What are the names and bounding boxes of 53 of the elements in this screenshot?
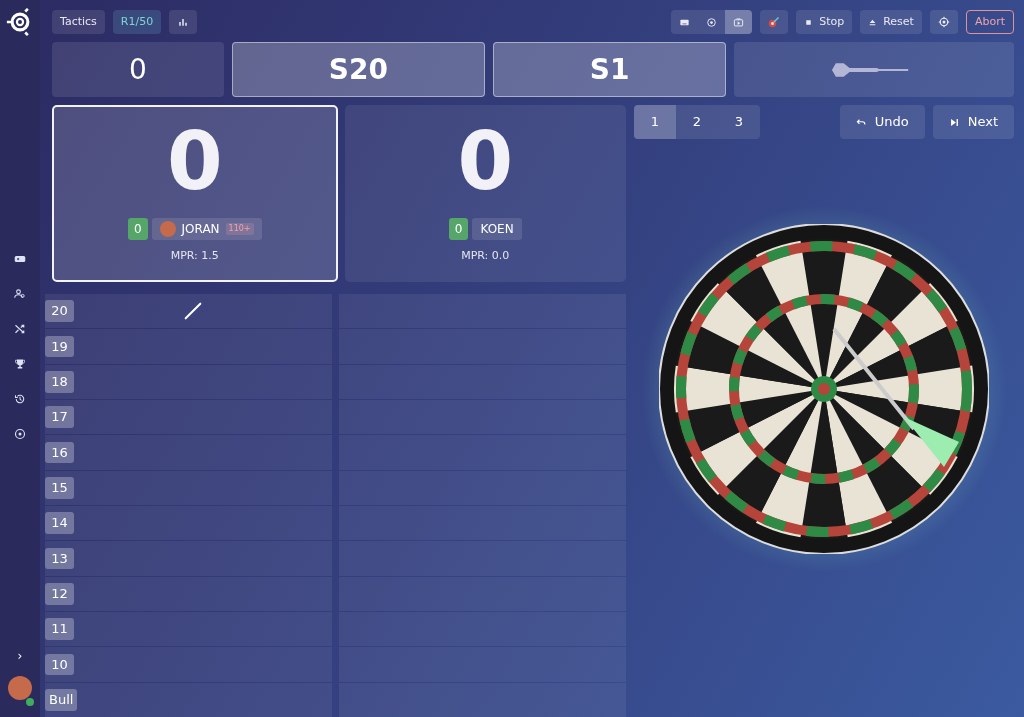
marks-count: 0 <box>448 218 469 241</box>
bar-chart-button[interactable] <box>169 10 198 34</box>
dart-number-tab[interactable]: 1 <box>634 105 676 139</box>
target-label: 17 <box>45 406 74 428</box>
mpr-stat: MPR: 0.0 <box>461 248 510 265</box>
action-button[interactable]: Undo <box>839 105 925 139</box>
players-icon <box>14 287 26 300</box>
player-name-chip[interactable]: JORAN 110+ <box>151 218 262 241</box>
dart-number-tab[interactable]: 2 <box>676 105 718 139</box>
level-tag: 110+ <box>225 223 254 236</box>
history-icon <box>14 392 26 405</box>
marks-count: 0 <box>127 218 148 241</box>
bar-chart-icon <box>177 16 190 28</box>
dart-throw-slot: S20 <box>232 42 485 97</box>
dartboard-button[interactable] <box>760 10 789 34</box>
target-label: 12 <box>45 583 74 605</box>
target-label: Bull <box>45 689 78 711</box>
turn-points: 0 <box>52 42 224 97</box>
dartboard-icon <box>768 16 781 28</box>
avatar[interactable] <box>8 676 32 700</box>
crosshair-button[interactable] <box>929 10 958 34</box>
toolbar-button[interactable]: Stop <box>796 10 853 34</box>
trophy-icon <box>14 357 26 370</box>
target-label: 19 <box>45 335 74 358</box>
target-label: 11 <box>45 618 74 640</box>
player-score: 0 <box>457 122 514 203</box>
stop-icon <box>804 17 814 27</box>
player-score: 0 <box>166 122 223 203</box>
expand-chevron[interactable]: › <box>17 644 23 668</box>
target-label: 20 <box>45 300 74 322</box>
eject-icon <box>868 17 878 27</box>
target-label: 10 <box>45 653 74 676</box>
crosshair-icon <box>937 16 950 28</box>
dart-number-tab[interactable]: 3 <box>718 105 760 139</box>
toolbar-button[interactable]: Tactics <box>52 10 105 34</box>
view-mode-tab[interactable] <box>725 10 753 34</box>
circle-dot-icon <box>706 16 718 28</box>
camera-icon <box>733 16 745 28</box>
skip-icon <box>948 116 960 128</box>
target-label: 18 <box>45 371 74 393</box>
dart-throw-slot: S1 <box>492 42 727 97</box>
player-name-chip[interactable]: KOEN <box>472 218 522 241</box>
target-label: 14 <box>45 512 74 534</box>
target-label: 15 <box>45 477 74 499</box>
target-icon <box>14 427 26 440</box>
action-button[interactable]: Next <box>932 105 1014 139</box>
target-label: 13 <box>45 547 74 570</box>
mpr-stat: MPR: 1.5 <box>170 248 219 265</box>
abort-button[interactable]: Abort <box>965 10 1014 34</box>
toolbar-button[interactable]: Reset <box>860 10 922 34</box>
round-badge: R1/50 <box>112 10 162 34</box>
shuffle-icon <box>14 322 26 335</box>
target-label: 16 <box>45 441 74 464</box>
